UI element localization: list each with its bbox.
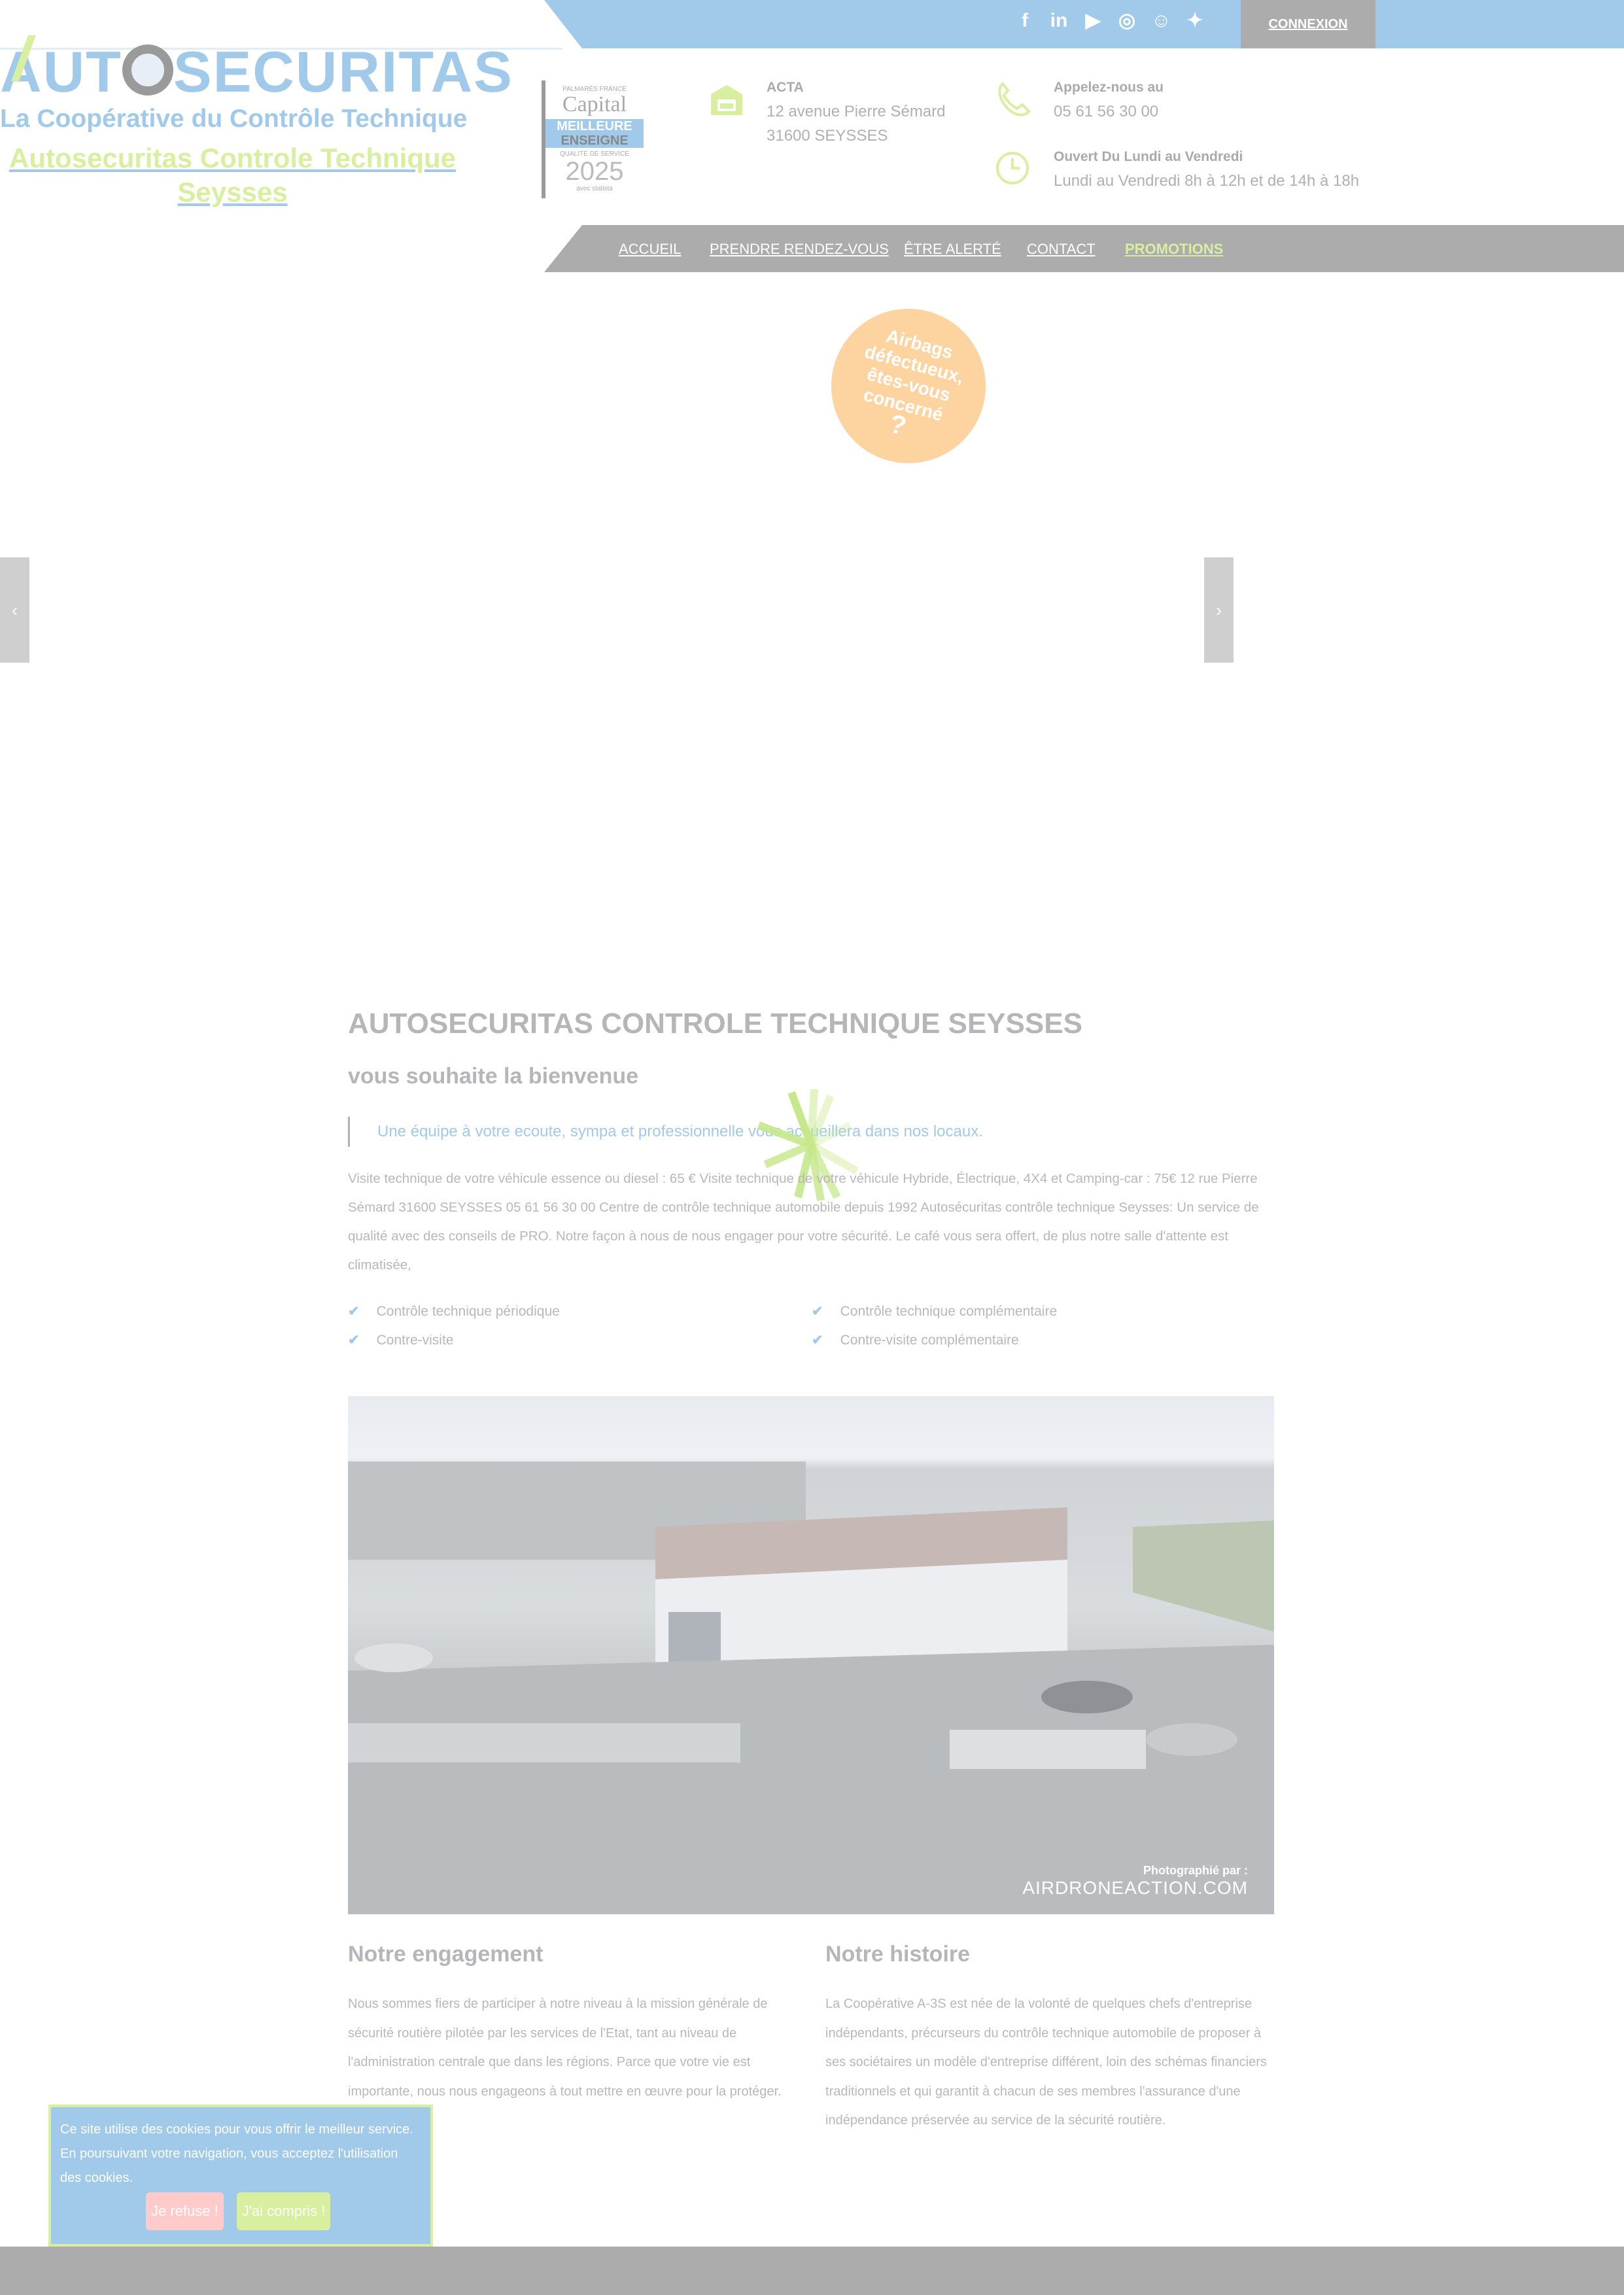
phone-block: Appelez-nous au 05 61 56 30 00	[1054, 80, 1164, 124]
page-title: AUTOSECURITAS CONTROLE TECHNIQUE SEYSSES	[348, 1007, 1082, 1040]
checklist-label: Contrôle technique périodique	[376, 1304, 560, 1319]
address-block: ACTA 12 avenue Pierre Sémard 31600 SEYSS…	[767, 80, 946, 148]
address-line: 31600 SEYSSES	[767, 127, 888, 145]
page-subtitle: vous souhaite la bienvenue	[348, 1064, 639, 1089]
hours-block: Ouvert Du Lundi au Vendredi Lundi au Ven…	[1054, 149, 1359, 193]
main-nav: ACCUEIL PRENDRE RENDEZ-VOUS ÊTRE ALERTÉ …	[544, 225, 1624, 272]
logo-tagline: La Coopérative du Contrôle Technique	[0, 105, 468, 133]
check-icon: ✔	[812, 1333, 823, 1348]
address-title: ACTA	[767, 80, 804, 95]
phone-number[interactable]: 05 61 56 30 00	[1054, 99, 1164, 124]
nav-contact[interactable]: CONTACT	[1027, 241, 1096, 258]
phone-icon	[995, 81, 1031, 121]
refuse-cookies-button[interactable]: Je refuse !	[146, 2192, 224, 2230]
check-icon: ✔	[812, 1304, 823, 1319]
badge-award-1: MEILLEURE	[557, 119, 632, 133]
logo[interactable]: AUT SECURITAS La Coopérative du Contrôle …	[0, 39, 513, 133]
photo-illustration	[348, 1462, 1274, 1914]
bubble-line: ?	[886, 409, 910, 442]
address-line: 12 avenue Pierre Sémard	[767, 103, 946, 120]
cookie-text: Ce site utilise des cookies pour vous of…	[60, 2122, 413, 2185]
twitter-icon[interactable]: ✦	[1185, 8, 1205, 34]
badge-award: MEILLEURE ENSEIGNE	[545, 119, 644, 148]
airbag-promo-bubble[interactable]: Airbags défectueux, êtes-vous concerné ?	[831, 309, 986, 463]
photo-credit: Photographié par : AIRDRONEACTION.COM	[1022, 1864, 1248, 1899]
welcome-quote: Une équipe à votre ecoute, sympa et prof…	[348, 1117, 983, 1147]
check-icon: ✔	[348, 1333, 360, 1348]
tyre-icon	[122, 44, 173, 96]
checklist-label: Contre-visite complémentaire	[840, 1333, 1019, 1348]
linkedin-icon[interactable]: in	[1049, 8, 1069, 34]
check-icon: ✔	[348, 1304, 360, 1319]
checklist-label: Contrôle technique complémentaire	[840, 1304, 1058, 1319]
hours-text: Lundi au Vendredi 8h à 12h et de 14h à 1…	[1054, 172, 1360, 190]
facebook-icon[interactable]: f	[1015, 8, 1035, 34]
site-name-link[interactable]: Autosecuritas Controle Technique Seysses	[0, 141, 465, 209]
snapchat-icon[interactable]: ☺	[1151, 8, 1171, 34]
intro-paragraph: Visite technique de votre véhicule essen…	[348, 1171, 1259, 1272]
instagram-icon[interactable]: ◎	[1117, 8, 1137, 34]
cookie-banner: Ce site utilise des cookies pour vous of…	[48, 2105, 433, 2247]
youtube-icon[interactable]: ▶	[1083, 8, 1103, 34]
nav-accueil[interactable]: ACCUEIL	[619, 241, 681, 258]
capital-award-badge: PALMARÈS FRANCE Capital MEILLEURE ENSEIGN…	[542, 80, 644, 198]
social-links: f in ▶ ◎ ☺ ✦	[1015, 8, 1205, 34]
garage-icon	[708, 82, 745, 120]
photo-credit-by: Photographié par :	[1143, 1864, 1248, 1877]
footer	[0, 2247, 1624, 2295]
checklist-item: ✔ Contrôle technique complémentaire	[812, 1303, 1057, 1320]
engagement-title: Notre engagement	[348, 1942, 544, 1967]
logo-letter-a: A	[0, 39, 43, 104]
phone-title: Appelez-nous au	[1054, 80, 1164, 95]
aerial-photo-station: Photographié par : AIRDRONEACTION.COM	[348, 1396, 1274, 1914]
hours-title: Ouvert Du Lundi au Vendredi	[1054, 149, 1243, 164]
checklist-label: Contre-visite	[376, 1333, 454, 1348]
clock-icon	[995, 150, 1030, 189]
badge-award-2: ENSEIGNE	[561, 133, 629, 148]
checklist-item: ✔ Contre-visite complémentaire	[812, 1332, 1019, 1348]
slider-next-button[interactable]: ›	[1204, 557, 1234, 663]
history-title: Notre histoire	[825, 1942, 971, 1967]
badge-line: PALMARÈS FRANCE	[562, 86, 627, 93]
connexion-button[interactable]: CONNEXION	[1241, 0, 1375, 48]
photo-credit-site: AIRDRONEACTION.COM	[1022, 1878, 1248, 1898]
engagement-text: Nous sommes fiers de participer à notre …	[348, 1997, 782, 2099]
nav-promotions[interactable]: PROMOTIONS	[1125, 241, 1223, 258]
badge-year: 2025	[565, 157, 624, 186]
slider-prev-button[interactable]: ‹	[0, 557, 29, 663]
nav-etre-alerte[interactable]: ÊTRE ALERTÉ	[904, 241, 1001, 258]
bubble-text: Airbags défectueux, êtes-vous concerné ?	[846, 321, 972, 451]
checklist-item: ✔ Contrôle technique périodique	[348, 1303, 560, 1320]
checklist-item: ✔ Contre-visite	[348, 1332, 453, 1348]
badge-brand: Capital	[562, 92, 627, 116]
history-text: La Coopérative A-3S est née de la volont…	[825, 1997, 1267, 2128]
badge-partner: avec statista	[576, 185, 613, 192]
accept-cookies-button[interactable]: J'ai compris !	[236, 2192, 331, 2230]
nav-prendre-rendez-vous[interactable]: PRENDRE RENDEZ-VOUS	[710, 241, 889, 258]
logo-wordmark: AUT SECURITAS	[0, 39, 513, 104]
